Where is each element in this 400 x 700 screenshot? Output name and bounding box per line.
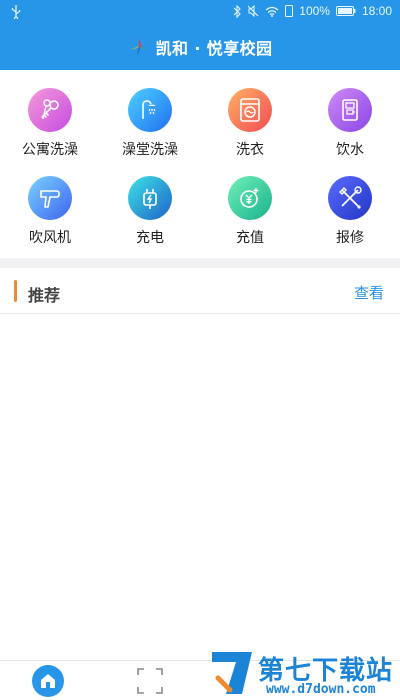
service-icon-bg xyxy=(28,176,72,220)
recommend-header: 推荐 查看 xyxy=(0,268,400,314)
home-icon xyxy=(41,674,55,688)
section-divider xyxy=(0,258,400,268)
service-icon-bg xyxy=(328,176,372,220)
service-bathhouse-bath[interactable]: 澡堂洗澡 xyxy=(100,78,200,166)
watermark-subtitle: www.d7down.com xyxy=(266,682,376,697)
title-row: 凯和 · 悦享校园 xyxy=(0,34,400,60)
service-drinking-water[interactable]: 饮水 xyxy=(300,78,400,166)
service-icon-bg xyxy=(228,88,272,132)
view-more-link[interactable]: 查看 xyxy=(354,282,384,303)
recharge-wallet-icon xyxy=(240,188,259,208)
scan-icon[interactable] xyxy=(136,667,164,695)
washing-machine-icon xyxy=(240,98,260,122)
service-label: 报修 xyxy=(336,230,364,246)
service-label: 充值 xyxy=(236,230,264,246)
key-icon xyxy=(41,99,59,120)
service-label: 公寓洗澡 xyxy=(22,142,78,158)
service-icon-bg xyxy=(28,88,72,132)
watermark: 第七下载站 www.d7down.com xyxy=(208,648,400,700)
status-right: 100% 18:00 xyxy=(233,4,392,18)
section-accent-bar xyxy=(14,280,17,302)
hair-dryer-icon xyxy=(40,190,60,208)
battery-icon xyxy=(335,6,356,16)
sim-icon xyxy=(285,5,294,17)
repair-tools-icon xyxy=(339,186,362,209)
status-time: 18:00 xyxy=(361,4,392,18)
service-icon-bg xyxy=(128,176,172,220)
usb-icon xyxy=(11,5,21,19)
service-label: 饮水 xyxy=(336,142,364,158)
mute-icon xyxy=(247,5,259,17)
service-icon-bg xyxy=(328,88,372,132)
kaihe-logo-icon xyxy=(129,38,148,56)
app-header: 100% 18:00 凯和 · 悦享校园 xyxy=(0,0,400,70)
charging-plug-icon xyxy=(143,189,157,209)
service-label: 充电 xyxy=(136,230,164,246)
service-recharge[interactable]: 充值 xyxy=(200,166,300,254)
recommend-title: 推荐 xyxy=(28,286,61,305)
bluetooth-icon xyxy=(233,4,242,18)
service-icon-bg xyxy=(128,88,172,132)
service-grid: 公寓洗澡 澡堂洗澡 洗衣 饮水 吹风机 充电 充值 报修 xyxy=(0,78,400,254)
water-dispenser-icon xyxy=(342,99,358,121)
service-label: 澡堂洗澡 xyxy=(122,142,178,158)
service-hair-dryer[interactable]: 吹风机 xyxy=(0,166,100,254)
battery-percent: 100% xyxy=(299,4,330,18)
service-label: 吹风机 xyxy=(29,230,71,246)
service-repair[interactable]: 报修 xyxy=(300,166,400,254)
page-title: 凯和 · 悦享校园 xyxy=(155,39,273,58)
shower-icon xyxy=(142,100,156,119)
service-charging[interactable]: 充电 xyxy=(100,166,200,254)
service-laundry[interactable]: 洗衣 xyxy=(200,78,300,166)
watermark-logo-icon xyxy=(212,652,252,694)
service-apartment-bath[interactable]: 公寓洗澡 xyxy=(0,78,100,166)
status-bar: 100% 18:00 xyxy=(0,0,400,24)
wifi-icon xyxy=(265,6,279,17)
nav-home-button[interactable] xyxy=(32,665,64,697)
service-label: 洗衣 xyxy=(236,142,264,158)
service-icon-bg xyxy=(228,176,272,220)
